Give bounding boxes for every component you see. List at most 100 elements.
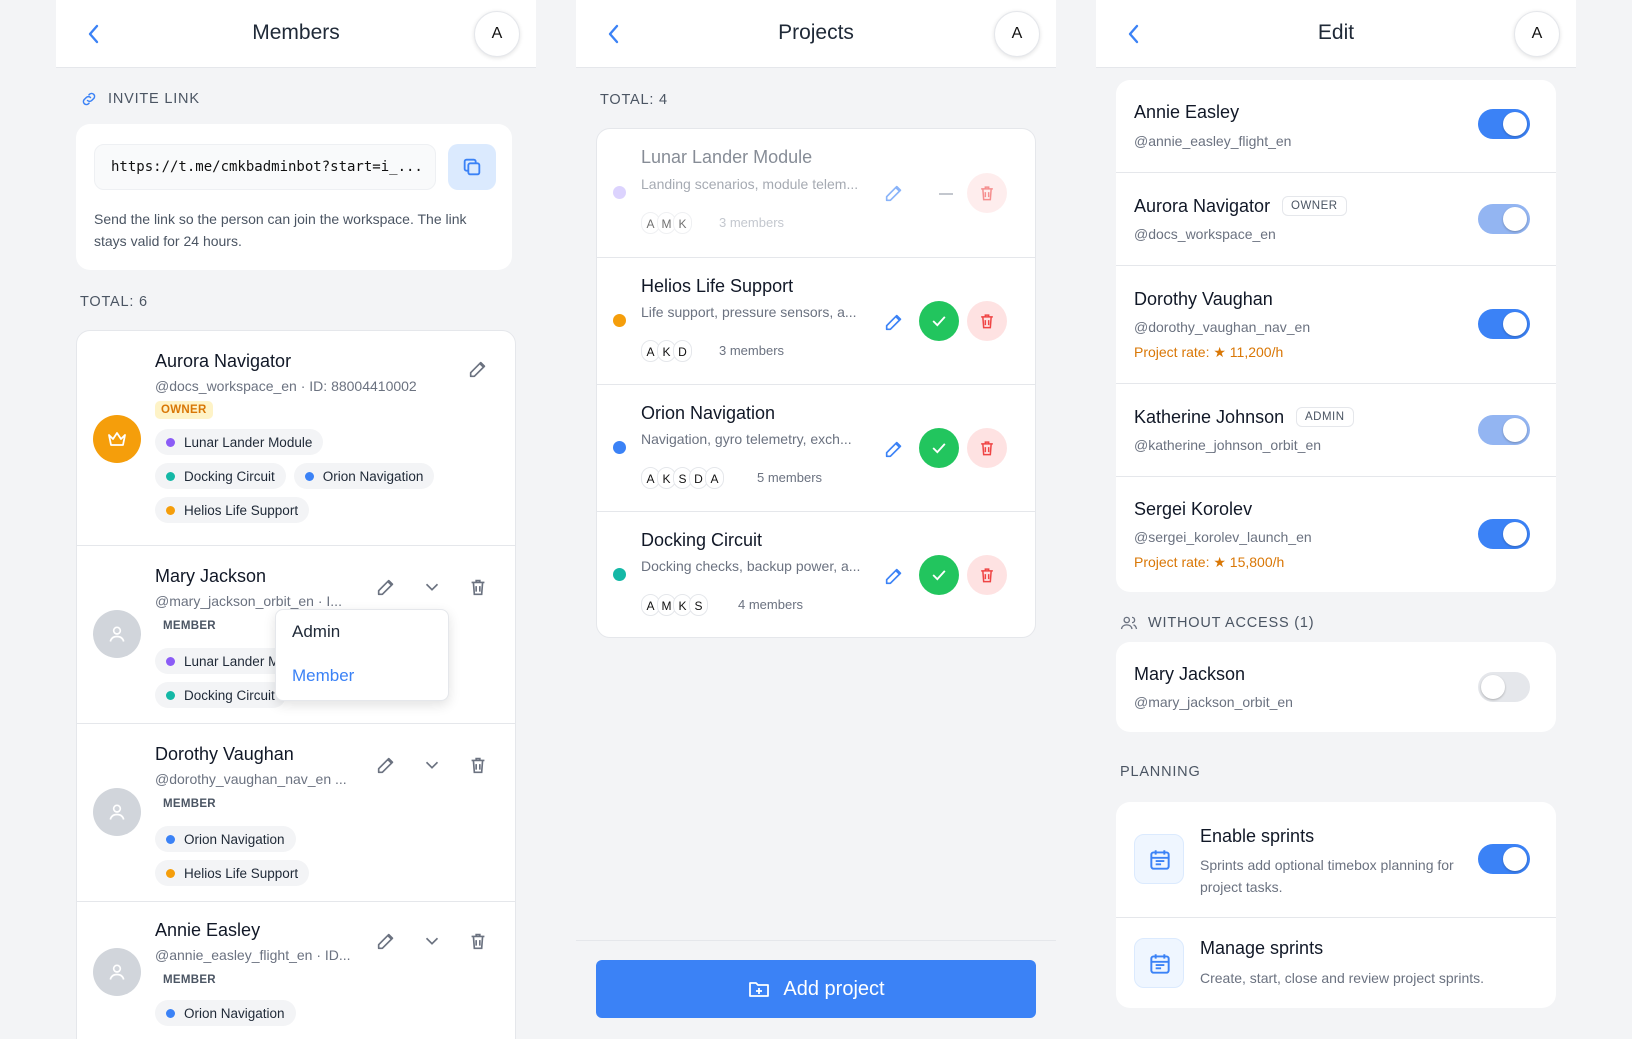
project-dot — [166, 690, 175, 700]
projects-total: TOTAL: 4 — [600, 92, 668, 108]
project-chip: Lunar Lander Module — [155, 429, 324, 455]
project-dot — [166, 471, 175, 481]
active-button[interactable] — [919, 428, 959, 468]
access-toggle[interactable] — [1478, 672, 1530, 702]
active-button[interactable] — [919, 301, 959, 341]
project-name: Orion Navigation — [641, 403, 776, 423]
chevron-down-icon[interactable] — [421, 576, 443, 598]
calendar-icon-box — [1134, 834, 1184, 884]
access-toggle[interactable] — [1478, 309, 1530, 339]
member-handle: @mary_jackson_orbit_en · I... — [155, 593, 342, 609]
project-rate: Project rate: ★ 15,800/h — [1134, 554, 1285, 570]
toggle-knob — [1503, 522, 1527, 546]
delete-button[interactable] — [967, 428, 1007, 468]
member-initial: S — [689, 594, 708, 616]
access-toggle[interactable] — [1478, 415, 1530, 445]
admin-badge: ADMIN — [1296, 407, 1354, 427]
invite-hint: Send the link so the person can join the… — [94, 211, 467, 249]
project-chip: Orion Navigation — [155, 826, 296, 852]
chip-label: Lunar Lander Module — [184, 434, 313, 450]
planning-card: Enable sprints Sprints add optional time… — [1116, 802, 1556, 1008]
trash-icon — [981, 186, 993, 201]
member-initial: A — [705, 467, 724, 489]
active-button[interactable] — [919, 555, 959, 595]
members-list: Aurora Navigator @docs_workspace_en · ID… — [76, 330, 516, 1039]
project-desc: Docking checks, backup power, a... — [641, 558, 861, 574]
project-chip: Helios Life Support — [155, 860, 310, 886]
copy-button[interactable] — [448, 144, 496, 190]
role-option-admin[interactable]: Admin — [292, 622, 340, 642]
edit-icon[interactable] — [375, 930, 397, 952]
member-row: Dorothy Vaughan @dorothy_vaughan_nav_en … — [77, 723, 515, 901]
toggle-knob — [1503, 312, 1527, 336]
project-row[interactable]: Lunar Lander Module Landing scenarios, m… — [597, 129, 1035, 257]
page-title: Edit — [1317, 21, 1355, 44]
chevron-down-icon[interactable] — [421, 754, 443, 776]
planning-desc: Create, start, close and review project … — [1200, 970, 1485, 986]
delete-button[interactable] — [967, 555, 1007, 595]
project-desc: Navigation, gyro telemetry, exch... — [641, 431, 852, 447]
user-handle: @docs_workspace_en — [1134, 226, 1276, 242]
trash-icon — [981, 314, 993, 329]
project-row[interactable]: Helios Life Support Life support, pressu… — [597, 257, 1035, 384]
access-row: Dorothy Vaughan @dorothy_vaughan_nav_en … — [1116, 265, 1556, 383]
planning-row[interactable]: Manage sprints Create, start, close and … — [1116, 917, 1556, 1008]
link-icon — [82, 92, 96, 106]
edit-icon[interactable] — [375, 754, 397, 776]
project-chip: Orion Navigation — [293, 463, 435, 489]
check-icon — [932, 570, 946, 581]
avatar[interactable]: A — [994, 11, 1040, 57]
edit-icon[interactable] — [883, 311, 905, 333]
role-option-member[interactable]: Member — [292, 666, 354, 686]
calendar-icon — [1150, 850, 1170, 870]
chip-label: Lunar Lander M — [184, 653, 280, 669]
member-handle: @docs_workspace_en · ID: 88004410002 — [155, 378, 417, 394]
project-row[interactable]: Docking Circuit Docking checks, backup p… — [597, 511, 1035, 638]
access-row: Sergei Korolev @sergei_korolev_launch_en… — [1116, 476, 1556, 592]
project-dot — [613, 186, 626, 199]
trash-icon — [981, 568, 993, 583]
member-avatars: AKD — [641, 340, 692, 362]
member-count: 3 members — [719, 215, 785, 230]
chip-label: Docking Circuit — [184, 468, 275, 484]
trash-icon[interactable] — [467, 576, 489, 598]
project-dot — [166, 1008, 175, 1018]
avatar[interactable]: A — [474, 11, 520, 57]
invite-link-field[interactable]: https://t.me/cmkbadminbot?start=i_... — [94, 144, 436, 190]
delete-button[interactable] — [967, 173, 1007, 213]
project-chips: Orion Navigation — [155, 1000, 304, 1026]
edit-icon[interactable] — [883, 565, 905, 587]
access-row: Annie Easley @annie_easley_flight_en — [1116, 80, 1556, 172]
trash-icon[interactable] — [467, 930, 489, 952]
access-toggle[interactable] — [1478, 109, 1530, 139]
planning-title: Manage sprints — [1200, 938, 1324, 958]
user-icon — [109, 804, 125, 820]
chevron-down-icon[interactable] — [421, 930, 443, 952]
project-row[interactable]: Orion Navigation Navigation, gyro teleme… — [597, 384, 1035, 511]
trash-icon[interactable] — [467, 754, 489, 776]
edit-icon[interactable] — [467, 358, 489, 380]
edit-icon[interactable] — [375, 576, 397, 598]
member-avatar — [93, 788, 141, 836]
edit-header: Edit A — [1096, 0, 1576, 68]
edit-icon[interactable] — [883, 438, 905, 460]
user-name: Katherine Johnson — [1134, 407, 1285, 427]
user-name: Sergei Korolev — [1134, 499, 1253, 519]
invite-card: https://t.me/cmkbadminbot?start=i_... Se… — [76, 124, 512, 270]
edit-icon[interactable] — [883, 182, 905, 204]
member-name: Dorothy Vaughan — [155, 744, 294, 764]
access-toggle[interactable] — [1478, 204, 1530, 234]
avatar[interactable]: A — [1514, 11, 1560, 57]
access-toggle[interactable] — [1478, 519, 1530, 549]
project-name: Docking Circuit — [641, 530, 763, 550]
sprints-toggle[interactable] — [1478, 844, 1530, 874]
project-chip: Docking Circuit — [155, 463, 286, 489]
member-avatars: AMKS — [641, 594, 708, 616]
delete-button[interactable] — [967, 301, 1007, 341]
calendar-icon — [1150, 954, 1170, 974]
invite-section-header: INVITE LINK — [80, 90, 200, 108]
add-project-button[interactable]: Add project — [596, 960, 1036, 1018]
member-name: Annie Easley — [155, 920, 261, 940]
project-chip: Orion Navigation — [155, 1000, 296, 1026]
planning-desc: Sprints add optional timebox planning fo… — [1200, 857, 1454, 895]
